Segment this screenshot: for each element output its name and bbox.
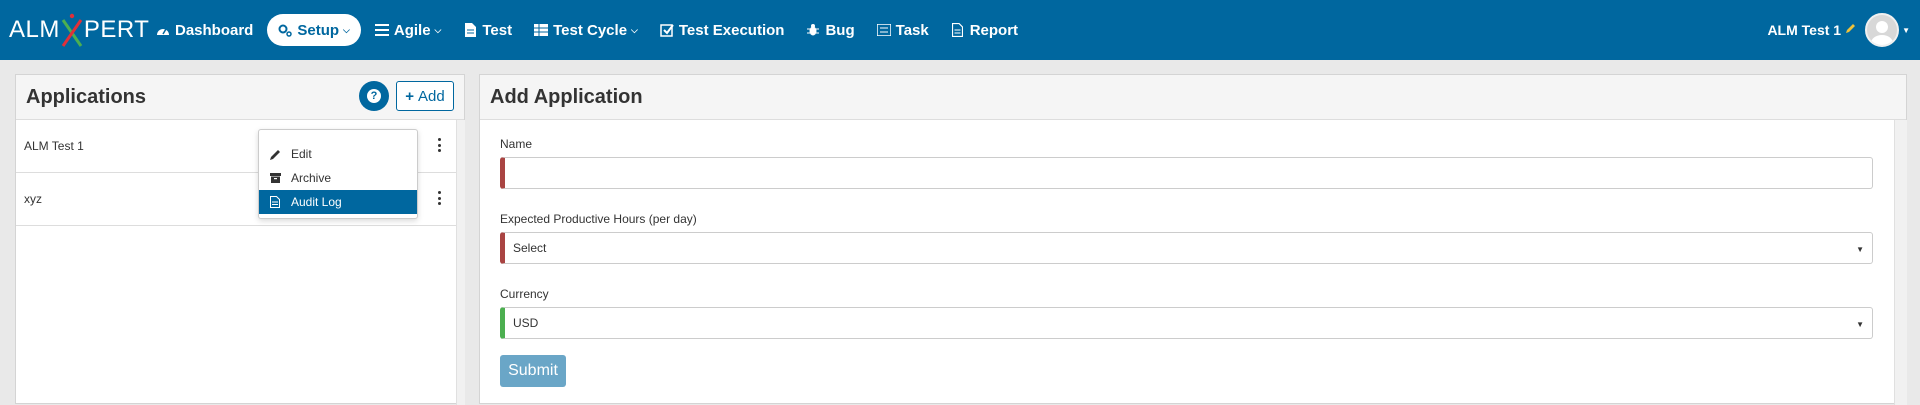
pencil-icon[interactable] [1845, 21, 1857, 39]
nav-setup[interactable]: Setup ⌵ [267, 14, 361, 46]
nav-label: Setup [297, 21, 340, 39]
user-name: ALM Test 1 [1767, 22, 1842, 38]
nav-test[interactable]: Test [455, 14, 520, 46]
nav-label: Test [482, 21, 513, 39]
application-name: xyz [24, 192, 42, 206]
check-square-icon [660, 23, 674, 37]
list-scrollbar[interactable] [456, 120, 465, 405]
nav-label: Test Cycle [553, 21, 628, 39]
nav-label: Agile [393, 21, 431, 39]
nav-dashboard[interactable]: Dashboard [148, 14, 261, 46]
logo-text-right: PERT [83, 16, 150, 43]
currency-label: Currency [500, 287, 549, 301]
submit-button[interactable]: Submit [500, 355, 566, 387]
application-context-menu: Edit Archive Audit Log [258, 129, 418, 219]
nav-task[interactable]: Task [869, 14, 937, 46]
nav-report[interactable]: Report [943, 14, 1026, 46]
menu-item-edit[interactable]: Edit [259, 142, 417, 166]
currency-select[interactable]: USD ▼ [500, 307, 1873, 339]
applications-panel: Applications ? + Add ALM Test 1 xyz [15, 74, 465, 405]
add-label: Add [418, 87, 445, 105]
menu-item-audit-log[interactable]: Audit Log [259, 190, 417, 214]
more-options-icon[interactable] [438, 191, 442, 205]
menu-label: Audit Log [291, 195, 342, 209]
menu-item-archive[interactable]: Archive [259, 166, 417, 190]
list-icon [374, 23, 389, 37]
report-icon [951, 23, 965, 37]
nav-label: Task [895, 21, 929, 39]
nav-label: Bug [825, 21, 855, 39]
hours-value: Select [513, 241, 547, 255]
currency-value: USD [513, 316, 539, 330]
file-icon [463, 23, 477, 37]
nav-label: Test Execution [678, 21, 785, 39]
cogs-icon [278, 23, 293, 37]
panel-title: Add Application [490, 85, 643, 108]
file-text-icon [269, 196, 281, 208]
nav-label: Dashboard [175, 21, 254, 39]
help-button[interactable]: ? [359, 81, 389, 111]
pencil-icon [269, 148, 281, 160]
form-scrollbar[interactable] [1894, 120, 1907, 405]
currency-group: Currency USD ▼ [500, 287, 1873, 339]
menu-label: Edit [291, 147, 312, 161]
avatar[interactable] [1865, 13, 1900, 47]
user-menu[interactable]: ALM Test 1 ▼ [1767, 12, 1910, 48]
panel-title: Applications [26, 85, 147, 108]
tasks-icon [876, 23, 891, 37]
chevron-down-icon: ⌵ [434, 24, 442, 35]
plus-icon: + [405, 87, 415, 105]
logo-x-icon [60, 12, 84, 48]
add-application-form: Name Expected Productive Hours (per day)… [500, 137, 1873, 387]
nav-agile[interactable]: Agile ⌵ [367, 14, 450, 46]
add-application-button[interactable]: + Add [396, 81, 454, 111]
question-circle-icon: ? [367, 89, 381, 103]
logo-text-left: ALM [9, 16, 60, 43]
caret-down-icon: ▼ [1856, 245, 1864, 254]
caret-down-icon: ▼ [1856, 320, 1864, 329]
archive-icon [269, 172, 281, 184]
add-application-header: Add Application [480, 75, 1906, 120]
application-name: ALM Test 1 [24, 139, 84, 153]
name-input[interactable] [500, 157, 1873, 189]
bug-icon [806, 23, 820, 37]
table-icon [534, 23, 549, 37]
menu-label: Archive [291, 171, 332, 185]
hours-group: Expected Productive Hours (per day) Sele… [500, 212, 1873, 264]
top-navbar: ALM PERT Dashboard Setup ⌵ Agile ⌵ Test … [0, 0, 1920, 60]
hours-label: Expected Productive Hours (per day) [500, 212, 697, 226]
dashboard-icon [156, 23, 170, 37]
main-nav: Dashboard Setup ⌵ Agile ⌵ Test Test Cycl… [148, 14, 1032, 46]
add-application-panel: Add Application Name Expected Productive… [479, 74, 1907, 405]
nav-bug[interactable]: Bug [798, 14, 862, 46]
nav-test-cycle[interactable]: Test Cycle ⌵ [526, 14, 646, 46]
chevron-down-icon: ⌵ [343, 24, 350, 35]
nav-label: Report [969, 21, 1019, 39]
nav-test-execution[interactable]: Test Execution [652, 14, 793, 46]
chevron-down-icon: ⌵ [631, 24, 638, 35]
more-options-icon[interactable] [438, 138, 442, 152]
name-label: Name [500, 137, 533, 151]
name-group: Name [500, 137, 1873, 189]
caret-down-icon[interactable]: ▼ [1902, 26, 1910, 35]
almxpert-logo[interactable]: ALM PERT [9, 12, 149, 48]
hours-select[interactable]: Select ▼ [500, 232, 1873, 264]
